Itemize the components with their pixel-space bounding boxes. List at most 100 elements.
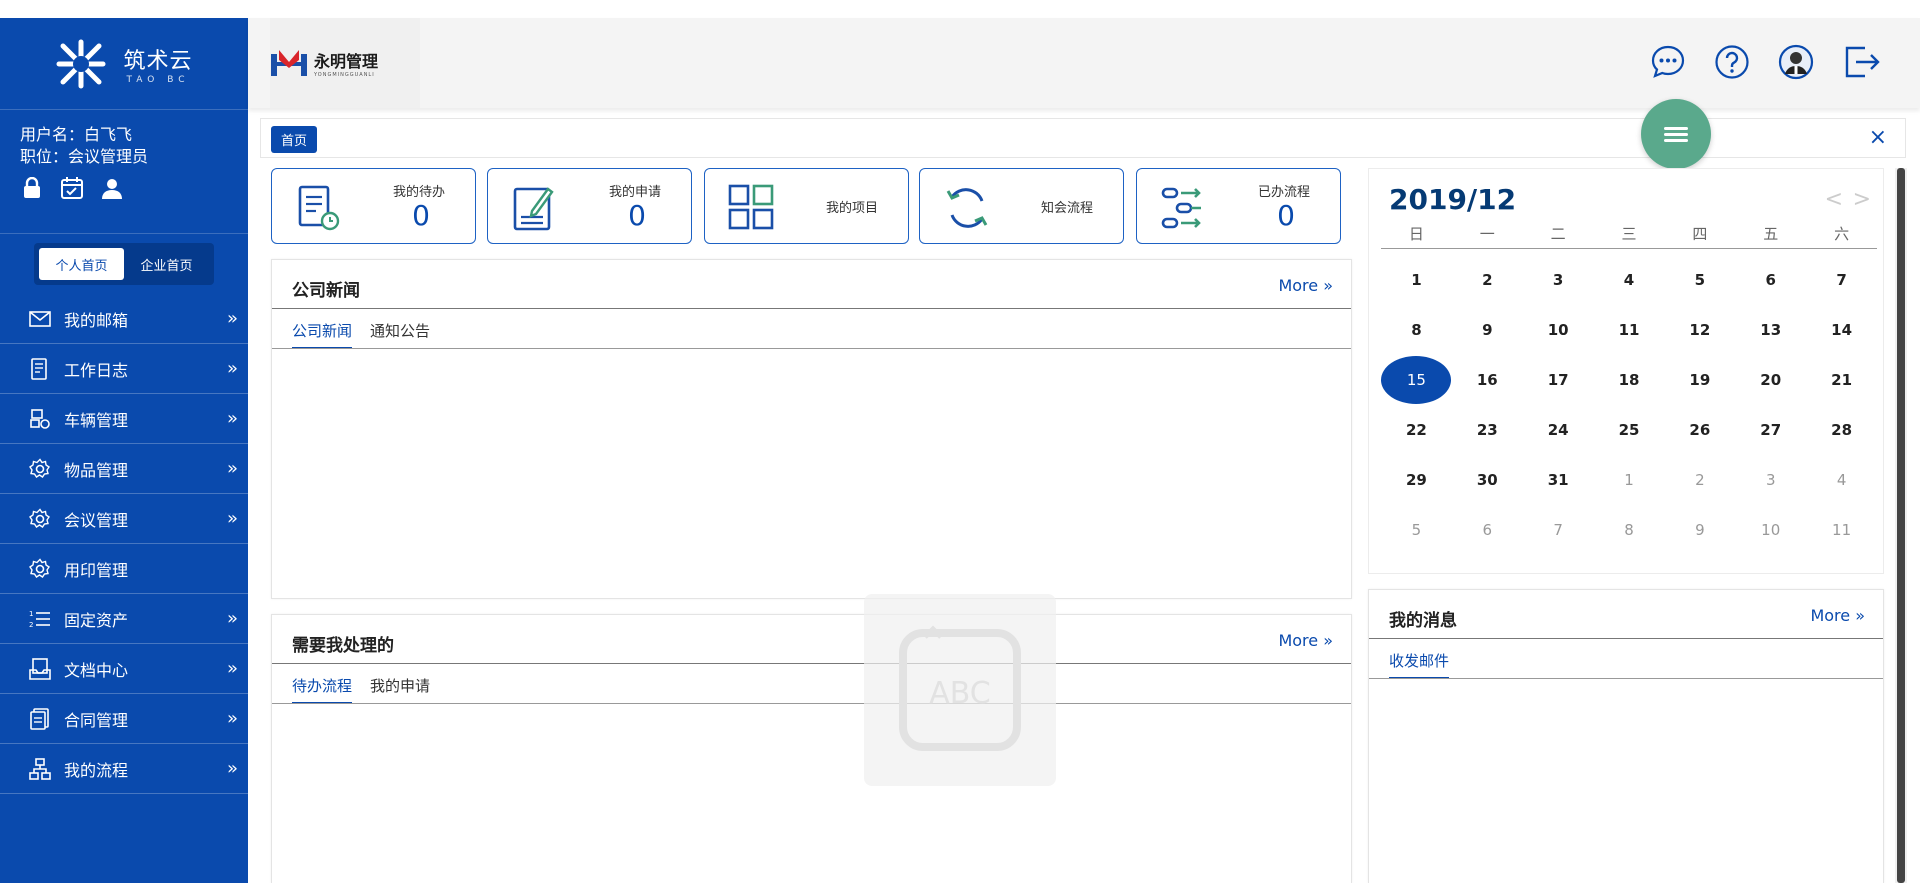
tab-my-applications[interactable]: 我的申请: [370, 675, 430, 704]
calendar-day[interactable]: 6: [1735, 255, 1806, 305]
messages-more-link[interactable]: More »: [1810, 606, 1865, 625]
calendar-day[interactable]: 20: [1735, 355, 1806, 405]
stat-card-applications[interactable]: 我的申请 0: [487, 168, 692, 244]
mail-icon: [28, 307, 52, 331]
logo-subtitle: TAO BC: [126, 74, 190, 85]
sidebar-item-label: 物品管理: [64, 460, 129, 480]
calendar-day[interactable]: 25: [1594, 405, 1665, 455]
calendar-day[interactable]: 5: [1664, 255, 1735, 305]
news-more-link[interactable]: More »: [1278, 276, 1333, 295]
lock-icon[interactable]: [20, 176, 44, 200]
close-icon[interactable]: ×: [1869, 125, 1887, 150]
calendar-day[interactable]: 30: [1452, 455, 1523, 505]
sidebar-item-vehicle[interactable]: 车辆管理 »: [0, 394, 248, 444]
tab-home[interactable]: 首页: [271, 126, 318, 153]
logout-icon[interactable]: [1842, 42, 1882, 82]
calendar-day[interactable]: 10: [1523, 305, 1594, 355]
calendar-day[interactable]: 3: [1523, 255, 1594, 305]
help-icon[interactable]: [1712, 42, 1752, 82]
calendar-day[interactable]: 7: [1523, 505, 1594, 555]
calendar-day[interactable]: 31: [1523, 455, 1594, 505]
calendar-day[interactable]: 6: [1452, 505, 1523, 555]
scrollbar[interactable]: [1895, 168, 1907, 883]
calendar-day[interactable]: 16: [1452, 355, 1523, 405]
sidebar-item-label: 工作日志: [64, 360, 129, 380]
calendar-check-icon[interactable]: [60, 176, 84, 200]
sidebar-item-fixed-assets[interactable]: 12 固定资产 »: [0, 594, 248, 644]
calendar-day[interactable]: 18: [1594, 355, 1665, 405]
calendar-day[interactable]: 10: [1735, 505, 1806, 555]
brand-subtitle: YONGMINGGUANLI: [314, 72, 375, 78]
todo-more-link[interactable]: More »: [1278, 631, 1333, 650]
tab-company-news[interactable]: 公司新闻: [292, 320, 353, 349]
calendar-day[interactable]: 9: [1452, 305, 1523, 355]
sidebar-item-label: 会议管理: [64, 510, 129, 530]
calendar-days: 1 2 3 4 5 6 7 8 9 10 11 12 13 14 15 16 17 18 19 20 21 22 23 24 2…: [1381, 255, 1877, 555]
tab-mail[interactable]: 收发邮件: [1389, 650, 1450, 679]
calendar-day[interactable]: 29: [1381, 455, 1452, 505]
calendar-day[interactable]: 26: [1664, 405, 1735, 455]
calendar-day[interactable]: 11: [1806, 505, 1877, 555]
calendar-day[interactable]: 4: [1806, 455, 1877, 505]
sidebar-item-contracts[interactable]: 合同管理 »: [0, 694, 248, 744]
calendar-day[interactable]: 13: [1735, 305, 1806, 355]
calendar-prev-button[interactable]: <: [1825, 187, 1843, 212]
calendar-day[interactable]: 27: [1735, 405, 1806, 455]
calendar-day[interactable]: 3: [1735, 455, 1806, 505]
double-chevron-right-icon: »: [1323, 631, 1333, 650]
tab-notices[interactable]: 通知公告: [370, 320, 430, 349]
sidebar-item-seal[interactable]: 用印管理: [0, 544, 248, 594]
avatar[interactable]: [1776, 42, 1816, 82]
calendar-day[interactable]: 24: [1523, 405, 1594, 455]
floating-menu-button[interactable]: [1641, 99, 1711, 169]
calendar-day[interactable]: 14: [1806, 305, 1877, 355]
double-chevron-right-icon: »: [226, 608, 238, 629]
sidebar-item-label: 文档中心: [64, 660, 129, 680]
calendar-day[interactable]: 1: [1381, 255, 1452, 305]
calendar-week-row: 8 9 10 11 12 13 14: [1381, 305, 1877, 355]
todo-list-icon: [298, 185, 340, 231]
calendar-day[interactable]: 4: [1594, 255, 1665, 305]
double-chevron-right-icon: »: [226, 708, 238, 729]
sidebar-item-mailbox[interactable]: 我的邮箱 »: [0, 294, 248, 344]
sidebar-item-goods[interactable]: 物品管理 »: [0, 444, 248, 494]
calendar-day[interactable]: 8: [1381, 305, 1452, 355]
sidebar-item-work-log[interactable]: 工作日志 »: [0, 344, 248, 394]
calendar-day[interactable]: 11: [1594, 305, 1665, 355]
stat-card-notify-flow[interactable]: 知会流程: [919, 168, 1124, 244]
enterprise-home-button[interactable]: 企业首页: [124, 248, 209, 280]
calendar-day[interactable]: 1: [1594, 455, 1665, 505]
stat-card-todo[interactable]: 我的待办 0: [271, 168, 476, 244]
calendar-day[interactable]: 17: [1523, 355, 1594, 405]
calendar-day[interactable]: 12: [1664, 305, 1735, 355]
sidebar-item-meeting[interactable]: 会议管理 »: [0, 494, 248, 544]
calendar-day[interactable]: 21: [1806, 355, 1877, 405]
stat-card-projects[interactable]: 我的项目: [704, 168, 909, 244]
brand-logo-icon: [271, 50, 307, 76]
calendar-day[interactable]: 28: [1806, 405, 1877, 455]
calendar-day-today[interactable]: 15: [1381, 355, 1452, 405]
personal-home-button[interactable]: 个人首页: [39, 248, 124, 280]
calendar-day[interactable]: 5: [1381, 505, 1452, 555]
contract-icon: [28, 707, 52, 731]
calendar-next-button[interactable]: >: [1853, 187, 1871, 212]
user-icon[interactable]: [100, 176, 124, 200]
calendar-day[interactable]: 2: [1452, 255, 1523, 305]
scrollbar-thumb[interactable]: [1897, 168, 1905, 883]
calendar-day[interactable]: 8: [1594, 505, 1665, 555]
chat-icon[interactable]: [1648, 42, 1688, 82]
sidebar-item-documents[interactable]: 文档中心 »: [0, 644, 248, 694]
sidebar-item-my-flow[interactable]: 我的流程 »: [0, 744, 248, 794]
calendar-day[interactable]: 22: [1381, 405, 1452, 455]
sidebar-item-label: 我的邮箱: [64, 310, 129, 330]
double-chevron-right-icon: »: [226, 458, 238, 479]
calendar-day[interactable]: 19: [1664, 355, 1735, 405]
calendar-day[interactable]: 7: [1806, 255, 1877, 305]
weekday-label: 二: [1550, 225, 1566, 243]
tab-pending-flow[interactable]: 待办流程: [292, 675, 353, 704]
stat-card-done-flow[interactable]: 已办流程 0: [1136, 168, 1341, 244]
calendar-day[interactable]: 2: [1664, 455, 1735, 505]
calendar-day[interactable]: 9: [1664, 505, 1735, 555]
user-role: 职位：会议管理员: [20, 147, 149, 166]
calendar-day[interactable]: 23: [1452, 405, 1523, 455]
